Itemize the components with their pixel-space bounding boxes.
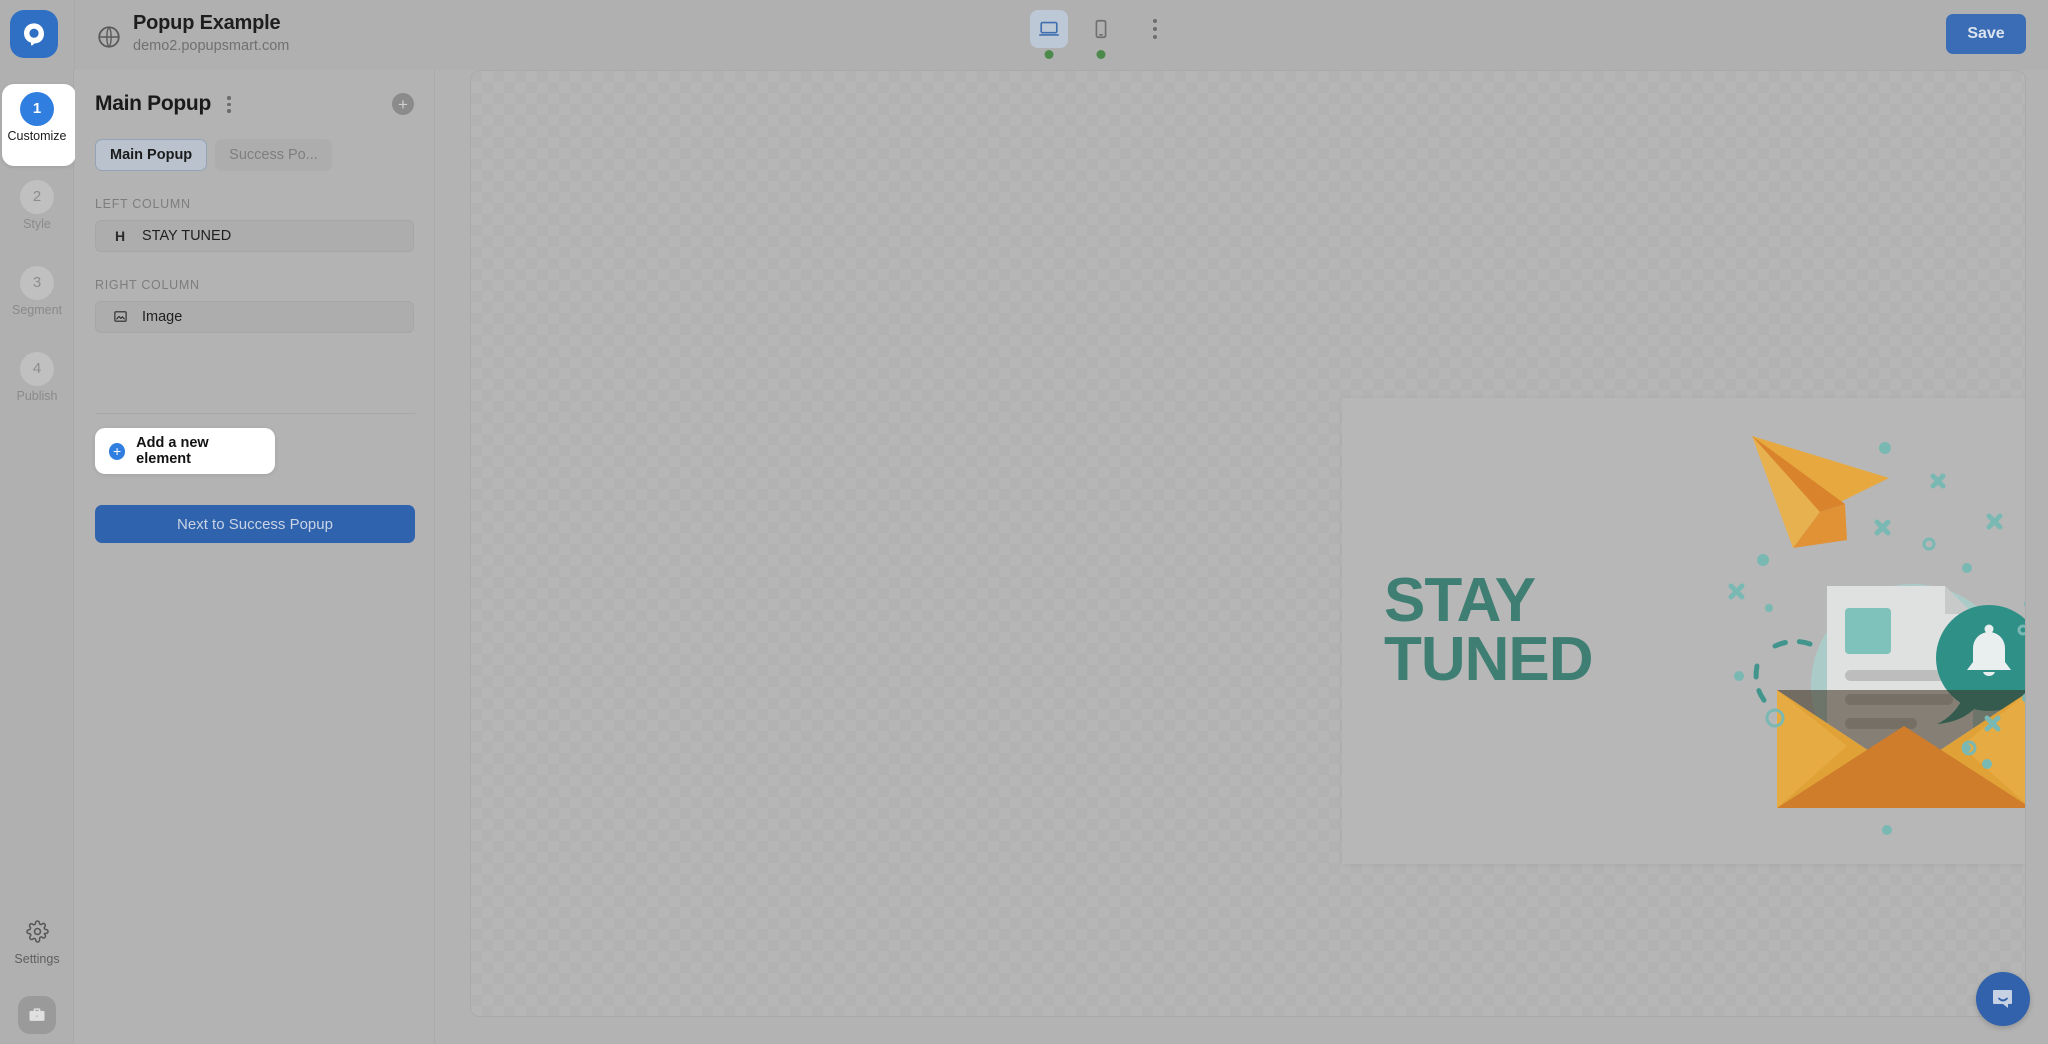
device-toggle-mobile[interactable] bbox=[1082, 10, 1120, 59]
heading-icon: H bbox=[114, 227, 126, 244]
step-label: Customize bbox=[7, 128, 67, 143]
envelope bbox=[1777, 690, 2025, 808]
briefcase-icon[interactable] bbox=[18, 996, 56, 1034]
popup-heading-line-1: STAY bbox=[1384, 566, 1536, 636]
plus-circle-icon[interactable]: + bbox=[392, 93, 414, 116]
popupsmart-logo-icon[interactable] bbox=[10, 10, 58, 58]
popup-right-column[interactable] bbox=[1717, 398, 2025, 864]
sidebar-item-segment[interactable]: 3 Segment bbox=[0, 250, 74, 332]
panel-kebab-menu-icon[interactable] bbox=[221, 92, 237, 117]
page-title: Popup Example bbox=[133, 12, 281, 34]
panel-scrollbar[interactable] bbox=[427, 70, 434, 1044]
step-label: Style bbox=[23, 216, 51, 231]
sidebar-item-customize[interactable]: 1 Customize bbox=[0, 76, 76, 166]
preview-canvas[interactable]: STAY TUNED bbox=[470, 70, 2026, 1017]
sidebar-item-style[interactable]: 2 Style bbox=[0, 164, 74, 246]
site-info: Popup Example demo2.popupsmart.com bbox=[96, 11, 289, 56]
element-name: STAY TUNED bbox=[142, 227, 232, 244]
panel-header: Main Popup + bbox=[75, 70, 434, 117]
desktop-status-dot bbox=[1044, 50, 1054, 59]
rail-bottom: Settings bbox=[0, 920, 74, 1034]
element-name: Image bbox=[142, 308, 183, 325]
customize-panel: Main Popup + Main Popup Success Po... LE… bbox=[75, 70, 435, 1044]
site-url: demo2.popupsmart.com bbox=[133, 38, 290, 54]
plus-circle-icon: + bbox=[109, 442, 126, 460]
tab-main-popup[interactable]: Main Popup bbox=[95, 138, 208, 171]
popup-heading-line-2: TUNED bbox=[1384, 625, 1594, 694]
section-label-left-column: LEFT COLUMN bbox=[95, 196, 191, 211]
panel-title: Main Popup bbox=[95, 92, 211, 116]
mobile-status-dot bbox=[1096, 50, 1106, 59]
tab-success-popup[interactable]: Success Po... bbox=[215, 138, 332, 171]
top-bar: Popup Example demo2.popupsmart.com Save bbox=[0, 0, 2048, 70]
panel-divider bbox=[95, 413, 415, 414]
chat-bubble-icon[interactable] bbox=[1976, 972, 2030, 1026]
step-number: 3 bbox=[20, 265, 54, 300]
paper-plane bbox=[1752, 436, 1889, 548]
popup-tabs: Main Popup Success Po... bbox=[75, 117, 434, 171]
kebab-menu-icon[interactable] bbox=[1140, 10, 1170, 48]
popup-left-column[interactable]: STAY TUNED bbox=[1342, 398, 1717, 864]
step-rail: 1 Customize 2 Style 3 Segment 4 Publish bbox=[0, 70, 76, 1044]
add-new-element-button[interactable]: + Add a new element bbox=[95, 428, 275, 474]
app-root: Popup Example demo2.popupsmart.com Save … bbox=[0, 0, 2048, 1044]
section-label-right-column: RIGHT COLUMN bbox=[95, 277, 200, 292]
image-icon bbox=[112, 309, 128, 324]
popup-preview[interactable]: STAY TUNED bbox=[1342, 398, 2025, 864]
globe-icon bbox=[96, 24, 122, 50]
device-toggle-desktop[interactable] bbox=[1030, 10, 1068, 59]
add-new-element-label: Add a new element bbox=[136, 435, 209, 467]
device-preview-toggle bbox=[1030, 10, 1170, 59]
step-label: Segment bbox=[11, 302, 63, 317]
element-row-image[interactable]: Image bbox=[95, 300, 414, 333]
topbar-divider bbox=[74, 0, 75, 70]
sidebar-item-publish[interactable]: 4 Publish bbox=[0, 336, 74, 418]
popup-heading[interactable]: STAY TUNED bbox=[1384, 566, 1594, 694]
save-button[interactable]: Save bbox=[1946, 14, 2026, 54]
sidebar-item-settings[interactable]: Settings bbox=[0, 920, 74, 996]
next-to-success-popup-button[interactable]: Next to Success Popup bbox=[95, 505, 415, 543]
newsletter-subscribe-illustration bbox=[1717, 408, 2025, 838]
step-label: Publish bbox=[16, 388, 58, 403]
element-row-heading[interactable]: H STAY TUNED bbox=[95, 219, 414, 252]
gear-icon bbox=[25, 920, 49, 948]
step-number: 2 bbox=[20, 179, 54, 214]
step-number: 1 bbox=[20, 91, 54, 126]
settings-label: Settings bbox=[14, 952, 60, 966]
step-number: 4 bbox=[20, 351, 54, 386]
